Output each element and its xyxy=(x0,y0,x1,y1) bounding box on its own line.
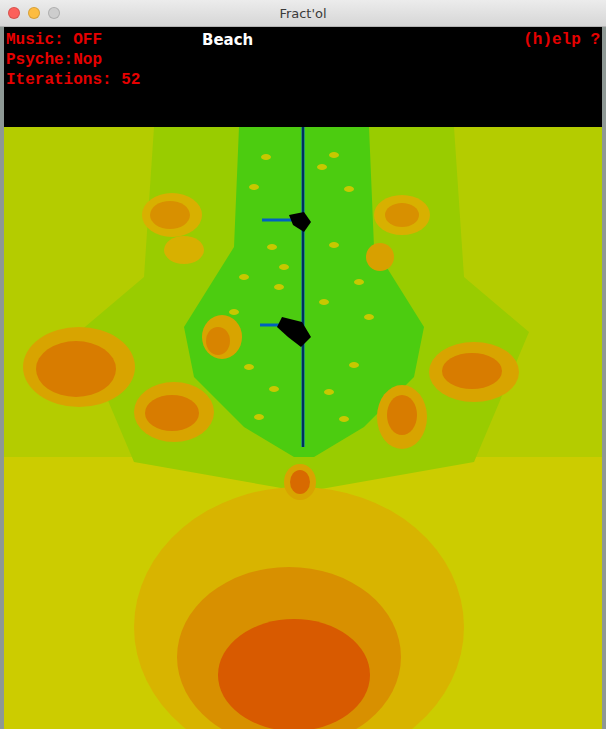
hud-line: Iterations: 52 xyxy=(6,70,600,90)
fractal-dot xyxy=(349,362,359,368)
zoom-button[interactable] xyxy=(48,7,60,19)
close-button[interactable] xyxy=(8,7,20,19)
fractal-dot xyxy=(319,299,329,305)
fractal-blob xyxy=(142,193,202,237)
fractal-blob xyxy=(218,619,370,729)
fractal-blob xyxy=(366,243,394,271)
fractal-blob xyxy=(290,470,310,494)
fractal-blob xyxy=(177,567,401,729)
window-title: Fract'ol xyxy=(279,6,326,21)
fractal-blob xyxy=(206,327,230,355)
fractal-dot xyxy=(339,416,349,422)
fractal-canvas[interactable] xyxy=(4,127,602,729)
fractal-halo xyxy=(79,127,529,492)
hud-line: Music: OFF xyxy=(6,30,202,50)
fractal-blob xyxy=(134,487,464,729)
fractal-upper-band xyxy=(4,127,602,457)
fractal-axis xyxy=(303,127,304,447)
fractal-dot xyxy=(279,264,289,270)
hud-top-row: Music: OFFBeach(h)elp ? xyxy=(6,30,600,50)
fractal-black-blob xyxy=(277,317,311,347)
fractal-blob xyxy=(387,395,417,435)
fractal-dot xyxy=(249,184,259,190)
hud-line: Psyche:Nop xyxy=(6,50,600,70)
fractal-blob xyxy=(150,201,190,229)
fractal-blob xyxy=(374,195,430,235)
fractal-blob xyxy=(385,203,419,227)
fractal-blob xyxy=(23,327,135,407)
fractal-dot xyxy=(317,164,327,170)
fractal-blob xyxy=(202,315,242,359)
fractal-dot xyxy=(329,152,339,158)
fractal-dot xyxy=(229,309,239,315)
fractal-dot xyxy=(344,186,354,192)
help-hint[interactable]: (h)elp ? xyxy=(523,30,600,50)
fractal-dot xyxy=(354,279,364,285)
fractal-dot xyxy=(274,284,284,290)
fractal-dot xyxy=(254,414,264,420)
fractal-blob xyxy=(429,342,519,402)
fractal-dot xyxy=(324,389,334,395)
fractal-dot xyxy=(269,386,279,392)
fractal-dot xyxy=(364,314,374,320)
fractal-render[interactable] xyxy=(4,127,602,729)
fractal-axis-glow xyxy=(302,127,305,447)
fractal-streak xyxy=(262,219,292,222)
fractal-blob xyxy=(377,385,427,449)
scene-name: Beach xyxy=(202,30,523,50)
minimize-button[interactable] xyxy=(28,7,40,19)
window-body: Music: OFFBeach(h)elp ?Psyche:NopIterati… xyxy=(0,27,606,729)
window-controls xyxy=(8,7,60,19)
fractal-dot xyxy=(267,244,277,250)
fractal-dot xyxy=(239,274,249,280)
fractal-blob xyxy=(134,382,214,442)
fractal-blob xyxy=(145,395,199,431)
fractal-blob xyxy=(284,464,316,500)
fractal-blob xyxy=(36,341,116,397)
fractal-dot xyxy=(261,154,271,160)
fractal-blob xyxy=(442,353,502,389)
title-bar: Fract'ol xyxy=(0,0,606,27)
fractal-blob xyxy=(164,236,204,264)
fractal-dot xyxy=(329,242,339,248)
fractal-dot xyxy=(244,364,254,370)
fractal-black-blob xyxy=(289,212,311,232)
hud-panel: Music: OFFBeach(h)elp ?Psyche:NopIterati… xyxy=(4,27,602,127)
app-window: Fract'ol Music: OFFBeach(h)elp ?Psyche:No… xyxy=(0,0,606,729)
